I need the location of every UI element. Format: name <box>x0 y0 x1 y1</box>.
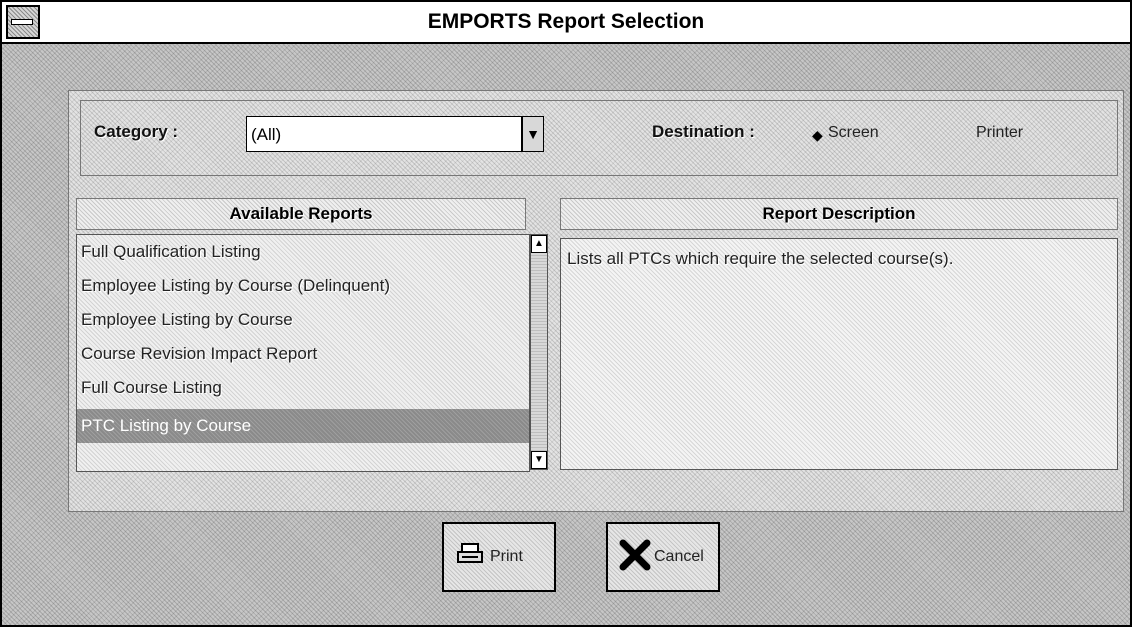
title-bar: EMPORTS Report Selection <box>2 2 1130 44</box>
available-reports-header: Available Reports <box>76 198 526 230</box>
radio-screen-selected-icon[interactable]: ◆ <box>812 128 826 142</box>
list-item[interactable]: Employee Listing by Course (Delinquent) <box>77 269 529 303</box>
report-description-text: Lists all PTCs which require the selecte… <box>560 238 1118 470</box>
radio-screen-label[interactable]: Screen <box>828 124 879 142</box>
print-button-label: Print <box>490 548 523 565</box>
scroll-up-arrow-icon[interactable]: ▲ <box>531 235 547 253</box>
category-dropdown-button[interactable]: ▼ <box>522 116 544 152</box>
list-item[interactable]: Course Revision Impact Report <box>77 337 529 371</box>
list-item[interactable]: Full Course Listing <box>77 371 529 405</box>
list-item[interactable]: Employee Listing by Course <box>77 303 529 337</box>
category-label: Category : <box>94 122 179 141</box>
cancel-button-label: Cancel <box>654 548 704 565</box>
category-combo[interactable]: (All) <box>246 116 522 152</box>
printer-icon <box>456 542 484 571</box>
list-item[interactable]: Full Qualification Listing <box>77 235 529 269</box>
report-description-header: Report Description <box>560 198 1118 230</box>
print-button[interactable]: Print <box>442 522 556 592</box>
window-title: EMPORTS Report Selection <box>427 10 705 33</box>
list-item-selected[interactable]: PTC Listing by Course <box>77 409 529 443</box>
destination-label: Destination : <box>652 122 755 141</box>
scroll-down-arrow-icon[interactable]: ▼ <box>531 451 547 469</box>
cancel-x-icon <box>618 538 652 577</box>
reports-scrollbar[interactable]: ▲ ▼ <box>530 234 548 470</box>
cancel-button[interactable]: Cancel <box>606 522 720 592</box>
report-selection-window: EMPORTS Report Selection Category : (All… <box>0 0 1132 627</box>
available-reports-list[interactable]: Full Qualification Listing Employee List… <box>76 234 530 472</box>
radio-printer-label[interactable]: Printer <box>976 124 1023 142</box>
dropdown-arrow-icon: ▼ <box>526 126 540 142</box>
options-bar <box>80 100 1118 176</box>
